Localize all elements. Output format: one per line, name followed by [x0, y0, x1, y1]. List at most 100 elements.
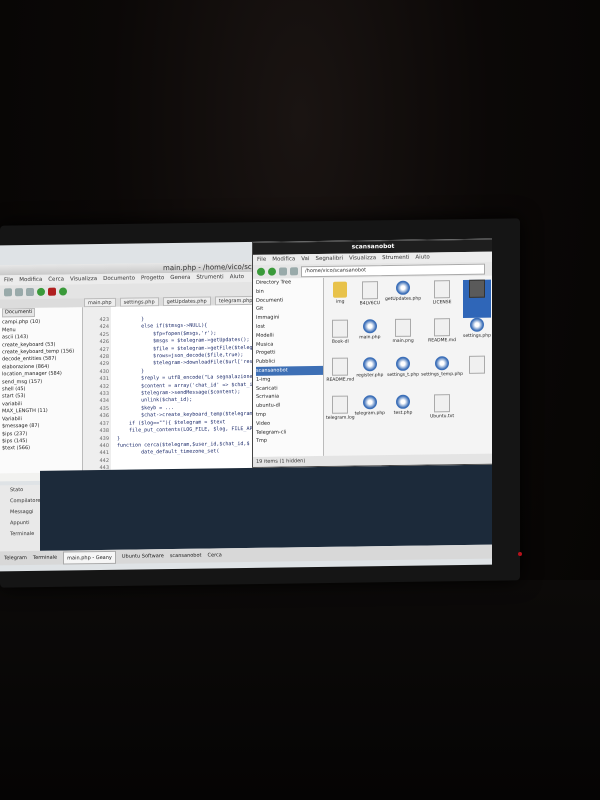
file-item[interactable]: test.php: [385, 394, 421, 434]
menu-visualizza[interactable]: Visualizza: [70, 274, 97, 284]
file-icon: [434, 280, 451, 299]
file-name: README.md: [326, 377, 355, 383]
php-icon: [435, 356, 450, 371]
folder-icon: [333, 281, 348, 298]
file-icon: [361, 281, 378, 300]
file-item[interactable]: B4LV6CU: [355, 281, 385, 319]
file-item[interactable]: telegram.log: [326, 395, 355, 433]
directory-tree: Directory Tree bin Documenti Git Immagini lo…: [253, 277, 324, 457]
php-icon: [362, 357, 377, 372]
home-icon[interactable]: [290, 267, 298, 276]
php-icon: [396, 394, 411, 409]
file-name: Book-dl: [331, 339, 349, 345]
file-item[interactable]: getUpdates.php: [385, 280, 422, 320]
items-count: 19 items (1 hidden): [256, 458, 306, 465]
run-icon[interactable]: [37, 287, 45, 296]
file-name: settings_t.php: [387, 372, 420, 379]
php-icon: [362, 395, 377, 410]
file-item[interactable]: settings_temp.php: [421, 356, 463, 395]
menu-genera[interactable]: Genera: [170, 273, 190, 283]
file-manager-status: 19 items (1 hidden): [253, 453, 492, 467]
taskbar-item[interactable]: scansanobot: [170, 549, 202, 563]
fm-menu-file[interactable]: File: [257, 255, 266, 265]
file-icon: [469, 355, 486, 374]
file-item[interactable]: img: [326, 281, 355, 319]
fm-menu-strumenti[interactable]: Strumenti: [382, 253, 409, 263]
forward-icon[interactable]: [268, 267, 276, 276]
file-item[interactable]: README.md: [421, 318, 463, 357]
file-item[interactable]: settings_t.php: [385, 356, 421, 396]
screen: main.php - /home/vico/sca File Modifica …: [0, 238, 492, 572]
menu-strumenti[interactable]: Strumenti: [196, 272, 223, 282]
file-name: LICENSE: [432, 300, 452, 306]
up-icon[interactable]: [279, 267, 287, 276]
menu-aiuto[interactable]: Aiuto: [230, 272, 244, 282]
taskbar-item[interactable]: Terminale: [33, 551, 57, 565]
fm-menu-aiuto[interactable]: Aiuto: [415, 252, 429, 262]
file-item[interactable]: Ubuntu.txt: [421, 394, 463, 433]
fm-menu-modifica[interactable]: Modifica: [272, 254, 295, 264]
file-item[interactable]: main.png: [385, 318, 421, 358]
taskbar-item[interactable]: main.php - Geany: [63, 550, 116, 565]
execute-icon[interactable]: [59, 287, 67, 296]
file-grid: img B4LV6CU getUpdates.php LICENSE Book-dl ma…: [324, 276, 492, 456]
symbols-panel: Documenti campi.php (10) Menu ascii (143) c…: [0, 307, 83, 474]
file-name: register.php: [356, 373, 384, 379]
tab-main-php[interactable]: main.php: [84, 297, 116, 308]
menu-cerca[interactable]: Cerca: [48, 275, 64, 285]
desk: [0, 580, 600, 800]
fm-menu-segnalibri[interactable]: Segnalibri: [315, 254, 343, 264]
file-item[interactable]: main.php: [355, 319, 385, 357]
back-icon[interactable]: [257, 267, 265, 276]
file-name: getUpdates.php: [385, 296, 422, 303]
file-name: main.png: [392, 338, 414, 344]
php-icon: [362, 319, 377, 334]
file-name: settings.php: [463, 333, 491, 339]
save-icon[interactable]: [26, 287, 34, 297]
address-bar[interactable]: /home/vico/scansanobot: [301, 263, 485, 277]
fm-menu-visualizza[interactable]: Visualizza: [349, 253, 376, 263]
code-editor[interactable]: } else if($tmsgs->NULL){ $fp=fopen($msgs…: [111, 304, 262, 472]
file-item[interactable]: [463, 279, 491, 318]
file-icon: [395, 318, 412, 337]
line-number-gutter: 423 424 425 426 427 428 429 430 431 432 433 434 435 4…: [83, 306, 111, 493]
taskbar-item[interactable]: Ubuntu Software: [122, 549, 164, 564]
file-item[interactable]: register.php: [355, 357, 385, 395]
taskbar-item[interactable]: Cerca: [208, 548, 222, 562]
taskbar-item[interactable]: Telegram: [4, 551, 27, 565]
file-name: main.php: [359, 335, 381, 341]
build-icon[interactable]: [48, 287, 56, 296]
menu-progetto[interactable]: Progetto: [141, 273, 164, 283]
tree-item[interactable]: Tmp: [256, 436, 323, 446]
file-name: B4LV6CU: [359, 301, 381, 307]
file-icon: [434, 318, 451, 337]
menu-modifica[interactable]: Modifica: [19, 275, 42, 285]
file-item[interactable]: settings.php: [463, 317, 491, 356]
new-file-icon[interactable]: [4, 288, 12, 297]
file-name: README.md: [428, 338, 457, 344]
fm-menu-vai[interactable]: Vai: [301, 254, 309, 264]
img-icon: [469, 279, 486, 298]
file-item[interactable]: README.md: [326, 357, 355, 395]
terminal-area[interactable]: [40, 464, 492, 551]
file-icon: [434, 394, 451, 413]
file-item[interactable]: telegram.php: [355, 395, 385, 433]
file-name: Ubuntu.txt: [430, 414, 455, 420]
menu-file[interactable]: File: [4, 275, 13, 285]
symbols-header[interactable]: Documenti: [2, 307, 36, 318]
file-name: test.php: [393, 410, 413, 416]
file-name: settings_temp.php: [421, 371, 464, 378]
power-led: [518, 552, 522, 556]
menu-documento[interactable]: Documento: [103, 274, 135, 284]
open-icon[interactable]: [15, 288, 23, 297]
file-icon: [332, 319, 349, 338]
file-item[interactable]: LICENSE: [421, 280, 463, 319]
file-item[interactable]: [463, 355, 491, 394]
file-name: telegram.php: [354, 411, 386, 417]
symbol-item[interactable]: $text (566): [2, 445, 82, 454]
file-icon: [332, 395, 349, 414]
file-manager-window: scansanobot File Modifica Vai Segnalibri…: [252, 238, 492, 468]
file-item[interactable]: Book-dl: [326, 319, 355, 357]
file-name: img: [336, 299, 345, 305]
editor-window: main.php - /home/vico/sca File Modifica …: [0, 261, 263, 493]
